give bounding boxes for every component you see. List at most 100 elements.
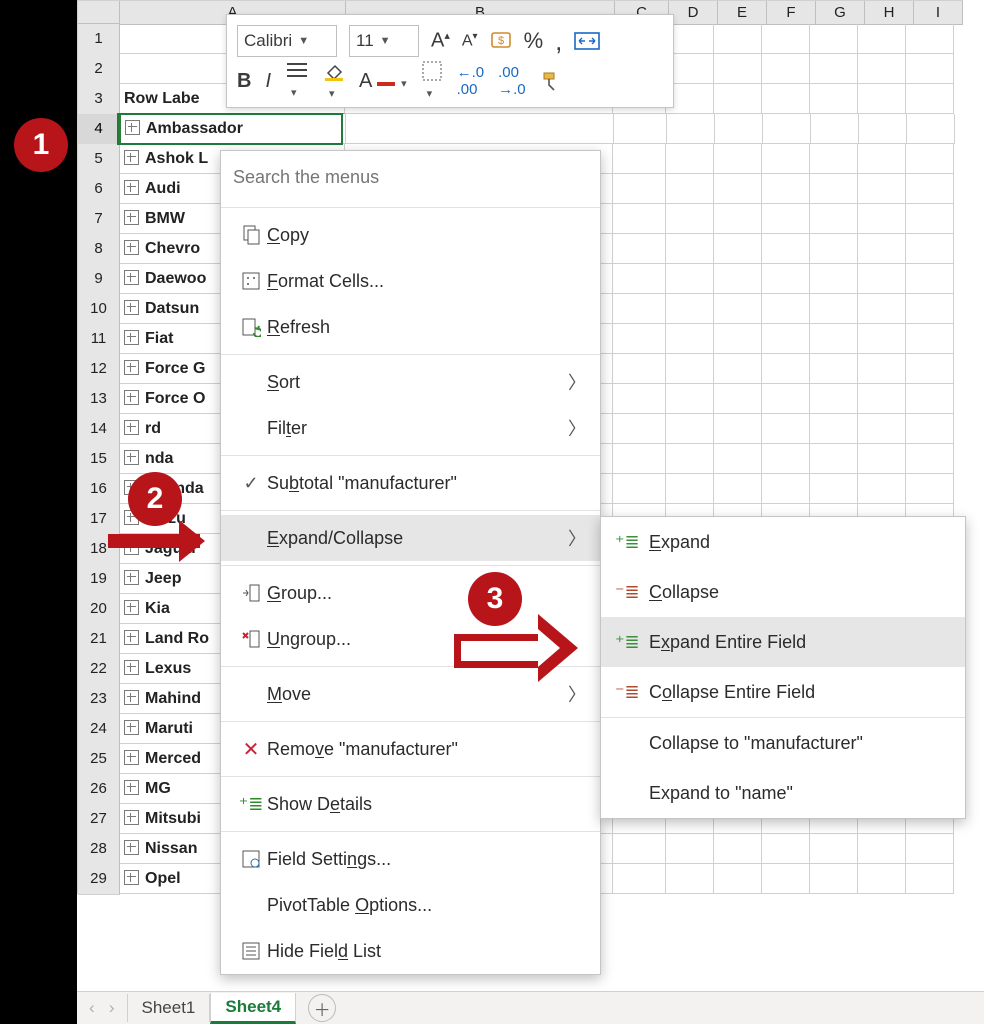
cell[interactable]	[810, 354, 858, 384]
cell[interactable]	[906, 144, 954, 174]
cell[interactable]	[666, 474, 714, 504]
cell[interactable]	[906, 384, 954, 414]
cell[interactable]	[859, 114, 907, 144]
row-header[interactable]: 28	[78, 834, 120, 865]
submenu-expand[interactable]: ⁺≣ Expand	[601, 517, 965, 567]
row-header[interactable]: 13	[78, 384, 120, 415]
cell[interactable]	[714, 174, 762, 204]
cell[interactable]	[666, 444, 714, 474]
cell[interactable]	[906, 24, 954, 54]
cell[interactable]	[613, 384, 666, 414]
sheet-scroll-buttons[interactable]: ‹ ›	[77, 998, 127, 1018]
row-header[interactable]: 2	[78, 54, 120, 85]
row-header[interactable]: 21	[78, 624, 120, 655]
cell[interactable]	[906, 54, 954, 84]
row-header[interactable]: 6	[78, 174, 120, 205]
cell[interactable]	[613, 414, 666, 444]
column-header-H[interactable]: H	[865, 1, 914, 25]
new-sheet-button[interactable]: ＋	[308, 994, 336, 1022]
cell[interactable]	[762, 54, 810, 84]
expand-toggle-icon[interactable]	[124, 360, 139, 375]
cell[interactable]	[666, 174, 714, 204]
cell[interactable]	[715, 114, 763, 144]
row-header[interactable]: 15	[78, 444, 120, 475]
column-header-F[interactable]: F	[767, 1, 816, 25]
expand-toggle-icon[interactable]	[124, 810, 139, 825]
fill-color-button[interactable]: ▾	[323, 60, 345, 102]
expand-toggle-icon[interactable]	[124, 270, 139, 285]
cell[interactable]	[613, 174, 666, 204]
row-header[interactable]: 12	[78, 354, 120, 385]
cell[interactable]	[906, 324, 954, 354]
expand-toggle-icon[interactable]	[124, 570, 139, 585]
cell[interactable]	[614, 114, 667, 144]
cell[interactable]	[858, 174, 906, 204]
cell[interactable]	[906, 264, 954, 294]
cell[interactable]	[666, 414, 714, 444]
cell[interactable]	[858, 474, 906, 504]
cell[interactable]	[667, 114, 715, 144]
cell[interactable]	[858, 294, 906, 324]
cell[interactable]	[714, 324, 762, 354]
cell[interactable]	[714, 24, 762, 54]
cell[interactable]	[906, 354, 954, 384]
menu-subtotal[interactable]: ✓ Subtotal "manufacturer"	[221, 460, 600, 506]
cell[interactable]	[858, 444, 906, 474]
cell[interactable]	[810, 54, 858, 84]
cell[interactable]	[613, 864, 666, 894]
cell[interactable]	[810, 384, 858, 414]
expand-toggle-icon[interactable]	[124, 630, 139, 645]
merge-center-icon[interactable]	[574, 30, 600, 52]
row-header[interactable]: 16	[78, 474, 120, 505]
cell[interactable]	[762, 834, 810, 864]
cell[interactable]	[714, 294, 762, 324]
decrease-font-icon[interactable]: A▾	[462, 31, 478, 50]
expand-toggle-icon[interactable]	[124, 780, 139, 795]
cell[interactable]	[810, 294, 858, 324]
cell[interactable]	[613, 264, 666, 294]
cell[interactable]	[810, 234, 858, 264]
cell[interactable]	[811, 114, 859, 144]
cell[interactable]	[810, 864, 858, 894]
cell[interactable]	[666, 294, 714, 324]
cell[interactable]	[906, 864, 954, 894]
expand-toggle-icon[interactable]	[124, 330, 139, 345]
cell[interactable]	[858, 144, 906, 174]
cell[interactable]	[906, 834, 954, 864]
row-header[interactable]: 17	[78, 504, 120, 535]
menu-format-cells[interactable]: Format Cells...	[221, 258, 600, 304]
column-header-D[interactable]: D	[669, 1, 718, 25]
cell[interactable]	[810, 444, 858, 474]
cell[interactable]	[906, 174, 954, 204]
cell[interactable]	[714, 234, 762, 264]
row-header[interactable]: 14	[78, 414, 120, 445]
expand-toggle-icon[interactable]	[124, 870, 139, 885]
column-header-E[interactable]: E	[718, 1, 767, 25]
cell[interactable]	[858, 204, 906, 234]
cell[interactable]	[762, 414, 810, 444]
cell[interactable]	[666, 864, 714, 894]
cell[interactable]	[810, 84, 858, 114]
row-header[interactable]: 8	[78, 234, 120, 265]
row-header[interactable]: 9	[78, 264, 120, 295]
format-painter-icon[interactable]	[540, 69, 564, 93]
cell[interactable]	[858, 234, 906, 264]
cell[interactable]	[666, 144, 714, 174]
submenu-expand-to[interactable]: Expand to "name"	[601, 768, 965, 818]
percent-icon[interactable]: %	[524, 28, 544, 54]
column-header-I[interactable]: I	[914, 1, 963, 25]
expand-toggle-icon[interactable]	[124, 210, 139, 225]
expand-toggle-icon[interactable]	[124, 390, 139, 405]
menu-pivot-options[interactable]: PivotTable Options...	[221, 882, 600, 928]
cell[interactable]	[714, 474, 762, 504]
expand-toggle-icon[interactable]	[124, 600, 139, 615]
cell[interactable]	[906, 294, 954, 324]
expand-toggle-icon[interactable]	[124, 300, 139, 315]
cell[interactable]: Ambassador	[121, 114, 346, 144]
cell[interactable]	[346, 114, 614, 144]
expand-toggle-icon[interactable]	[125, 120, 140, 135]
cell[interactable]	[810, 474, 858, 504]
row-header[interactable]: 23	[78, 684, 120, 715]
cell[interactable]	[613, 144, 666, 174]
row-header[interactable]: 1	[78, 24, 120, 55]
